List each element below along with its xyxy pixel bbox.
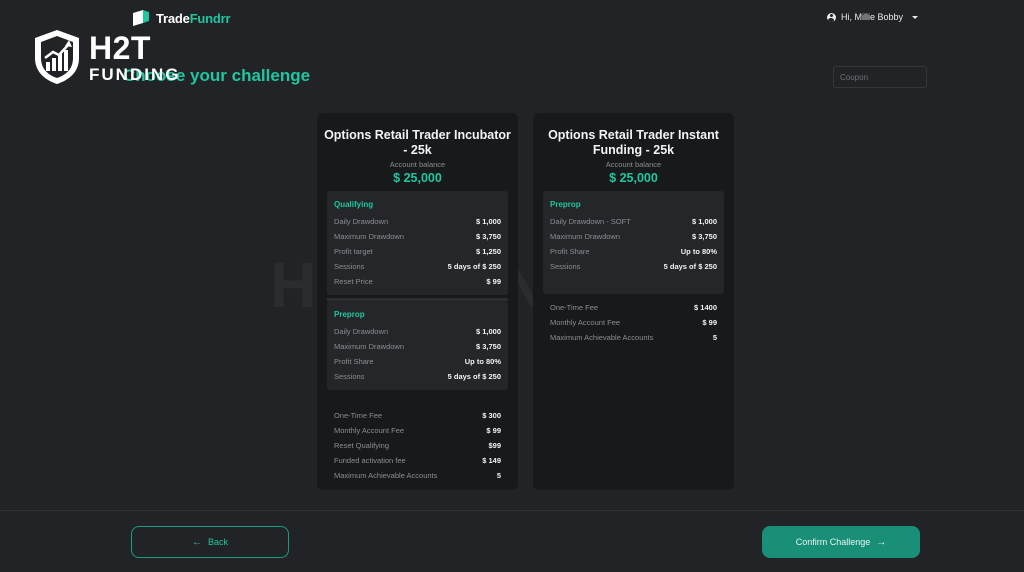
detail-row: Profit Share Up to 80% <box>334 357 501 366</box>
fee-row: One-Time Fee $ 300 <box>334 411 501 420</box>
detail-row: Maximum Drawdown $ 3,750 <box>334 342 501 351</box>
panel-qualifying: Qualifying Daily Drawdown $ 1,000 Maximum… <box>327 191 508 295</box>
detail-row: Reset Price $ 99 <box>334 277 501 286</box>
fee-row: Reset Qualifying $99 <box>334 441 501 450</box>
detail-row: Profit target $ 1,250 <box>334 247 501 256</box>
shield-chart-icon <box>33 28 81 86</box>
panel-heading: Preprop <box>334 310 365 319</box>
fee-row: Funded activation fee $ 149 <box>334 456 501 465</box>
detail-row: Sessions 5 days of $ 250 <box>334 262 501 271</box>
detail-row: Sessions 5 days of $ 250 <box>334 372 501 381</box>
brand-mark-icon <box>131 9 151 27</box>
confirm-challenge-button[interactable]: Confirm Challenge → <box>762 526 920 558</box>
panel-heading: Preprop <box>550 200 581 209</box>
detail-row: Daily Drawdown $ 1,000 <box>334 217 501 226</box>
detail-row: Profit Share Up to 80% <box>550 247 717 256</box>
challenge-card-instant-funding[interactable]: Options Retail Trader Instant Funding - … <box>533 113 734 490</box>
brand-name-part2: Fundrr <box>189 10 231 26</box>
caret-down-icon <box>912 15 918 19</box>
user-circle-icon <box>826 12 836 22</box>
card-subtitle: Account balance <box>389 160 446 169</box>
challenge-card-incubator[interactable]: Options Retail Trader Incubator - 25k Ac… <box>317 113 518 490</box>
fee-row: Monthly Account Fee $ 99 <box>550 318 717 327</box>
panel-heading: Qualifying <box>334 200 374 209</box>
footer-divider <box>0 510 1024 511</box>
detail-row: Maximum Drawdown $ 3,750 <box>334 232 501 241</box>
card-title: Options Retail Trader Instant Funding - … <box>548 128 719 157</box>
user-menu[interactable]: Hi, Millie Bobby <box>826 12 918 22</box>
fees-list: One-Time Fee $ 300 Monthly Account Fee $ 9… <box>317 404 518 483</box>
card-title: Options Retail Trader Incubator - 25k <box>324 128 511 157</box>
card-balance: $ 25,000 <box>393 171 442 185</box>
arrow-left-icon: ← <box>191 536 202 548</box>
panel-preprop: Preprop Daily Drawdown - SOFT $ 1,000 Max… <box>543 191 724 294</box>
fee-row: Maximum Achievable Accounts 5 <box>334 471 501 480</box>
challenge-page: TradeFundrr Hi, Millie Bobby Choose your… <box>0 0 1024 572</box>
detail-row: Daily Drawdown - SOFT $ 1,000 <box>550 217 717 226</box>
detail-row: Daily Drawdown $ 1,000 <box>334 327 501 336</box>
detail-row: Maximum Drawdown $ 3,750 <box>550 232 717 241</box>
brand-name-part1: Trade <box>156 10 190 26</box>
fee-row: One-Time Fee $ 1400 <box>550 303 717 312</box>
coupon-input[interactable] <box>833 66 927 88</box>
watermark-line2: FUNDING <box>89 64 181 84</box>
watermark-logo: H2T FUNDING <box>33 28 180 86</box>
panel-preprop: Preprop Daily Drawdown $ 1,000 Maximum Dr… <box>327 301 508 390</box>
confirm-button-label: Confirm Challenge <box>795 537 871 547</box>
detail-row: Sessions 5 days of $ 250 <box>550 262 717 271</box>
fees-list: One-Time Fee $ 1400 Monthly Account Fee $ … <box>533 296 734 345</box>
watermark-line1: H2T <box>89 29 151 66</box>
fee-row: Monthly Account Fee $ 99 <box>334 426 501 435</box>
user-greeting: Hi, Millie Bobby <box>840 12 903 22</box>
card-subtitle: Account balance <box>605 160 662 169</box>
fee-row: Maximum Achievable Accounts 5 <box>550 333 717 342</box>
arrow-right-icon: → <box>876 536 887 548</box>
back-button[interactable]: ← Back <box>131 526 289 558</box>
card-balance: $ 25,000 <box>609 171 658 185</box>
back-button-label: Back <box>207 537 228 547</box>
brand-logo[interactable]: TradeFundrr <box>131 8 231 28</box>
